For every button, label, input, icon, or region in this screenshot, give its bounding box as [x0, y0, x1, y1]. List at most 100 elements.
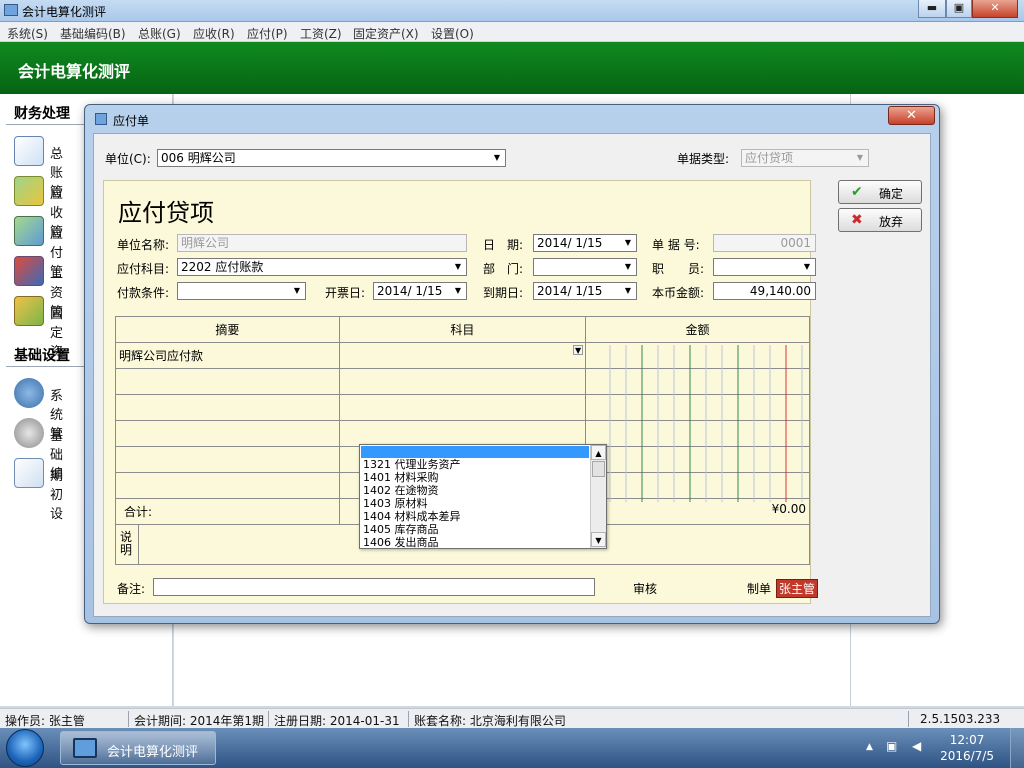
dropdown-scrollbar[interactable]: ▲ ▼ [590, 445, 606, 548]
status-bar: 操作员: 张主管 会计期间: 2014年第1期 注册日期: 2014-01-31… [0, 708, 1024, 728]
doc-type-label: 单据类型: [677, 152, 730, 166]
doc-type-value: 应付贷项 [745, 151, 794, 165]
scroll-up-icon[interactable]: ▲ [591, 445, 606, 460]
dropdown-option[interactable]: 1321 代理业务资产 [363, 458, 461, 471]
voucher-panel: 应付贷项 单位名称: 明辉公司 日 期: 2014/ 1/15 ▼ 单 据 号:… [103, 180, 819, 604]
confirm-label: 确定 [879, 187, 904, 201]
account-select[interactable]: 2202 应付账款 ▼ [177, 258, 467, 276]
menu-fixed-assets[interactable]: 固定资产(X) [353, 25, 419, 42]
dropdown-option[interactable]: 1403 原材料 [363, 497, 428, 510]
app-banner: 会计电算化测评 [0, 42, 1024, 94]
network-icon[interactable]: ▣ [886, 739, 897, 753]
dialog-window-icon [95, 113, 107, 125]
subject-dropdown-list[interactable]: 1321 代理业务资产 1401 材料采购 1402 在途物资 1403 原材料… [359, 444, 607, 549]
menu-settings[interactable]: 设置(O) [431, 25, 474, 42]
total-value: ¥0.00 [585, 498, 810, 525]
chevron-down-icon: ▼ [454, 262, 462, 271]
notepad-icon [14, 136, 44, 166]
subject-cell-active[interactable]: ▼ [338, 342, 587, 369]
close-button[interactable]: ✕ [972, 0, 1018, 18]
status-separator [908, 711, 909, 727]
menu-payables[interactable]: 应付(P) [247, 25, 288, 42]
status-operator: 操作员: 张主管 [5, 714, 85, 728]
dept-select[interactable]: ▼ [533, 258, 637, 276]
chevron-down-icon[interactable]: ▼ [573, 345, 584, 355]
money-arrows-icon [14, 216, 44, 246]
app-window-icon [4, 4, 18, 16]
local-amount-value: 49,140.00 [749, 284, 811, 298]
summary-cell[interactable] [115, 420, 340, 447]
doc-no-label: 单 据 号: [652, 238, 700, 252]
scroll-thumb[interactable] [592, 461, 605, 477]
status-account-set: 账套名称: 北京海利有限公司 [414, 714, 566, 728]
table-header-row: 摘要 科目 金额 [115, 316, 810, 343]
show-desktop-button[interactable] [1010, 728, 1024, 768]
cancel-button[interactable]: ✖ 放弃 [838, 208, 922, 232]
menu-system[interactable]: 系统(S) [7, 25, 48, 42]
clock-date: 2016/7/5 [940, 749, 994, 763]
dropdown-option[interactable]: 1404 材料成本差异 [363, 510, 461, 523]
taskbar-clock[interactable]: 12:07 2016/7/5 [940, 732, 994, 764]
subject-cell[interactable] [338, 368, 587, 395]
invoice-date-label: 开票日: [325, 286, 366, 300]
menu-bar: 系统(S) 基础编码(B) 总账(G) 应收(R) 应付(P) 工资(Z) 固定… [0, 22, 1024, 42]
subject-cell[interactable] [338, 420, 587, 447]
company-name-value: 明辉公司 [181, 236, 230, 250]
summary-cell[interactable] [115, 446, 340, 473]
chevron-down-icon: ▼ [624, 238, 632, 247]
payment-terms-select[interactable]: ▼ [177, 282, 306, 300]
note-label: 说明 [120, 530, 133, 557]
unit-value: 006 明辉公司 [161, 151, 236, 165]
maker-label: 制单 [747, 582, 772, 596]
restore-button[interactable]: ▣ [946, 0, 972, 18]
cross-icon: ✖ [851, 212, 863, 228]
summary-cell[interactable] [115, 472, 340, 499]
start-button[interactable] [6, 729, 44, 767]
dropdown-option[interactable]: 1405 库存商品 [363, 523, 439, 536]
dropdown-option[interactable]: 1401 材料采购 [363, 471, 439, 484]
menu-general-ledger[interactable]: 总账(G) [138, 25, 181, 42]
taskbar: 会计电算化测评 ▲ ▣ ◀ 12:07 2016/7/5 [0, 728, 1024, 768]
column-header-subject: 科目 [338, 316, 587, 343]
minimize-button[interactable]: ▬ [918, 0, 946, 18]
staff-select[interactable]: ▼ [713, 258, 816, 276]
subject-cell[interactable] [338, 394, 587, 421]
scroll-down-icon[interactable]: ▼ [591, 532, 606, 547]
payable-dialog: 应付单 ✕ 单位(C): 006 明辉公司 ▼ 单据类型: 应付贷项 ▼ ✔ 确… [84, 104, 940, 624]
chevron-down-icon: ▼ [624, 286, 632, 295]
sidebar-item-label: 期初设 [50, 469, 64, 522]
unit-select[interactable]: 006 明辉公司 ▼ [157, 149, 506, 167]
date-picker[interactable]: 2014/ 1/15 ▼ [533, 234, 637, 252]
gears-icon [14, 378, 44, 408]
taskbar-app-button[interactable]: 会计电算化测评 [60, 731, 216, 765]
due-date-picker[interactable]: 2014/ 1/15 ▼ [533, 282, 637, 300]
summary-cell[interactable] [115, 394, 340, 421]
note-divider [138, 525, 139, 565]
volume-icon[interactable]: ◀ [912, 739, 921, 753]
spreadsheet-coins-icon [14, 458, 44, 488]
date-value: 2014/ 1/15 [537, 236, 603, 250]
doc-no-field: 0001 [713, 234, 816, 252]
menu-basic-codes[interactable]: 基础编码(B) [60, 25, 126, 42]
summary-cell[interactable]: 明辉公司应付款 [115, 342, 340, 369]
dialog-close-button[interactable]: ✕ [888, 106, 935, 125]
summary-cell[interactable] [115, 368, 340, 395]
status-version: 2.5.1503.233 [920, 712, 1001, 726]
dropdown-option[interactable]: 1406 发出商品 [363, 536, 439, 549]
dropdown-option[interactable]: 1402 在途物资 [363, 484, 439, 497]
tray-expand-icon[interactable]: ▲ [866, 742, 873, 752]
check-icon: ✔ [851, 184, 863, 200]
staff-label: 职 员: [652, 262, 705, 276]
confirm-button[interactable]: ✔ 确定 [838, 180, 922, 204]
menu-payroll[interactable]: 工资(Z) [300, 25, 342, 42]
remark-input[interactable] [153, 578, 595, 596]
account-value: 2202 应付账款 [181, 260, 264, 274]
basket-icon [14, 296, 44, 326]
status-separator [128, 711, 129, 727]
money-coins-icon [14, 176, 44, 206]
chevron-down-icon: ▼ [803, 262, 811, 271]
invoice-date-picker[interactable]: 2014/ 1/15 ▼ [373, 282, 467, 300]
menu-receivables[interactable]: 应收(R) [193, 25, 235, 42]
local-amount-field[interactable]: 49,140.00 [713, 282, 816, 300]
dropdown-selected-option[interactable] [361, 446, 589, 458]
